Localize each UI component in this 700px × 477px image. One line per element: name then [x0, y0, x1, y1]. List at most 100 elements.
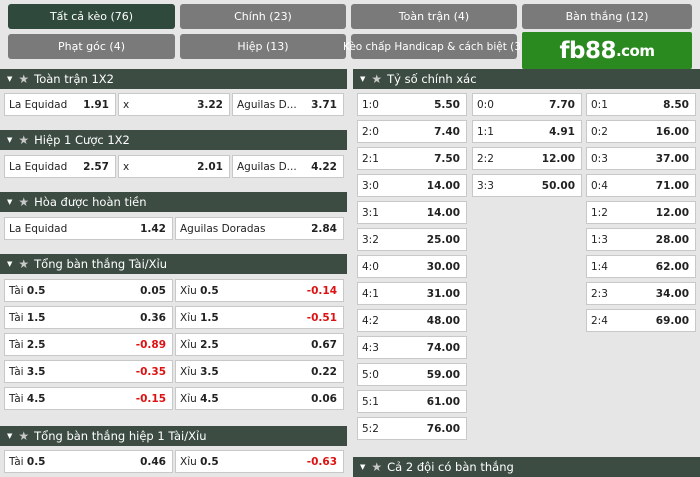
score-odd[interactable]: 0:0 7.70	[472, 93, 582, 116]
odd-value: 3.22	[197, 98, 223, 111]
odd-value: -0.14	[306, 284, 337, 297]
odd-value: -0.63	[306, 455, 337, 468]
odd-under[interactable]: Xỉu 4.5 0.06	[175, 387, 344, 410]
section-header-draw-no-bet[interactable]: ▼ ★ Hòa được hoàn tiền	[0, 192, 347, 212]
odd-value: 8.50	[663, 98, 689, 111]
section-header-half1-1x2[interactable]: ▼ ★ Hiệp 1 Cược 1X2	[0, 130, 347, 150]
odd-away[interactable]: Aguilas Doradas 2.84	[175, 217, 344, 240]
score-odd[interactable]: 3:2 25.00	[357, 228, 467, 251]
score-label: 5:0	[362, 368, 379, 381]
score-odd[interactable]: 4:1 31.00	[357, 282, 467, 305]
score-label: 0:2	[591, 125, 608, 138]
score-odd[interactable]: 4:0 30.00	[357, 255, 467, 278]
odd-home[interactable]: La Equidad 2.57	[4, 155, 116, 178]
score-odd[interactable]: 5:1 61.00	[357, 390, 467, 413]
odd-label: Tài 1.5	[9, 312, 46, 324]
star-icon[interactable]: ★	[18, 257, 29, 271]
tab-corners[interactable]: Phạt góc (4)	[8, 34, 175, 59]
ou-line: 4.5	[26, 392, 46, 405]
score-label: 2:0	[362, 125, 379, 138]
odd-label: Xỉu 4.5	[180, 393, 219, 405]
odd-away[interactable]: Aguilas D... 3.71	[232, 93, 344, 116]
score-label: 4:3	[362, 341, 379, 354]
odd-value: 14.00	[426, 206, 460, 219]
odd-under[interactable]: Xỉu 0.5 -0.63	[175, 450, 344, 473]
score-odd[interactable]: 0:2 16.00	[586, 120, 696, 143]
score-odd[interactable]: 5:2 76.00	[357, 417, 467, 440]
star-icon[interactable]: ★	[18, 195, 29, 209]
section-header-full-1x2[interactable]: ▼ ★ Toàn trận 1X2	[0, 69, 347, 89]
ou-side: Tài	[9, 284, 24, 297]
odd-under[interactable]: Xỉu 3.5 0.22	[175, 360, 344, 383]
tab-goals[interactable]: Bàn thắng (12)	[522, 4, 692, 29]
odd-value: 4.91	[549, 125, 575, 138]
score-odd[interactable]: 1:3 28.00	[586, 228, 696, 251]
score-odd[interactable]: 4:3 74.00	[357, 336, 467, 359]
odd-home[interactable]: La Equidad 1.42	[4, 217, 173, 240]
odd-over[interactable]: Tài 4.5 -0.15	[4, 387, 173, 410]
score-odd[interactable]: 2:0 7.40	[357, 120, 467, 143]
score-odd[interactable]: 2:3 34.00	[586, 282, 696, 305]
tab-half[interactable]: Hiệp (13)	[180, 34, 346, 59]
score-odd[interactable]: 1:2 12.00	[586, 201, 696, 224]
star-icon[interactable]: ★	[371, 72, 382, 86]
score-odd[interactable]: 3:0 14.00	[357, 174, 467, 197]
ou-side: Xỉu	[180, 284, 197, 297]
ou-line: 0.5	[200, 455, 219, 468]
odd-value: 71.00	[655, 179, 689, 192]
odd-draw[interactable]: x 2.01	[118, 155, 230, 178]
score-odd[interactable]: 2:2 12.00	[472, 147, 582, 170]
tab-handicap[interactable]: Kèo chấp Handicap & cách biệt (3)	[343, 34, 525, 59]
star-icon[interactable]: ★	[371, 460, 382, 474]
odd-under[interactable]: Xỉu 2.5 0.67	[175, 333, 344, 356]
score-odd[interactable]: 0:1 8.50	[586, 93, 696, 116]
ou-side: Tài	[9, 392, 24, 405]
odd-over[interactable]: Tài 0.5 0.46	[4, 450, 173, 473]
tab-main[interactable]: Chính (23)	[180, 4, 346, 29]
score-odd[interactable]: 5:0 59.00	[357, 363, 467, 386]
section-header-half1-over-under[interactable]: ▼ ★ Tổng bàn thắng hiệp 1 Tài/Xỉu	[0, 426, 347, 446]
section-title: Cả 2 đội có bàn thắng	[387, 460, 514, 474]
odd-over[interactable]: Tài 0.5 0.05	[4, 279, 173, 302]
score-odd[interactable]: 2:4 69.00	[586, 309, 696, 332]
score-odd[interactable]: 4:2 48.00	[357, 309, 467, 332]
tab-all[interactable]: Tất cả kèo (76)	[8, 4, 175, 29]
score-odd[interactable]: 3:1 14.00	[357, 201, 467, 224]
odd-over[interactable]: Tài 2.5 -0.89	[4, 333, 173, 356]
odd-value: -0.15	[135, 392, 166, 405]
odd-label: Aguilas D...	[237, 98, 297, 111]
odd-value: 16.00	[655, 125, 689, 138]
score-odd[interactable]: 1:4 62.00	[586, 255, 696, 278]
score-odd[interactable]: 1:0 5.50	[357, 93, 467, 116]
caret-down-icon: ▼	[7, 198, 13, 206]
odd-over[interactable]: Tài 3.5 -0.35	[4, 360, 173, 383]
odd-value: 0.36	[140, 311, 166, 324]
score-odd[interactable]: 1:1 4.91	[472, 120, 582, 143]
score-odd[interactable]: 0:3 37.00	[586, 147, 696, 170]
odd-under[interactable]: Xỉu 0.5 -0.14	[175, 279, 344, 302]
odd-away[interactable]: Aguilas D... 4.22	[232, 155, 344, 178]
odd-over[interactable]: Tài 1.5 0.36	[4, 306, 173, 329]
star-icon[interactable]: ★	[18, 429, 29, 443]
brand-logo[interactable]: fb88 .com	[522, 32, 692, 69]
ou-side: Tài	[9, 311, 24, 324]
star-icon[interactable]: ★	[18, 72, 29, 86]
odd-under[interactable]: Xỉu 1.5 -0.51	[175, 306, 344, 329]
odd-label: Xỉu 1.5	[180, 312, 219, 324]
odd-label: La Equidad	[9, 98, 68, 111]
section-header-correct-score[interactable]: ▼ ★ Tỷ số chính xác	[353, 69, 700, 89]
score-odd[interactable]: 3:3 50.00	[472, 174, 582, 197]
odd-home[interactable]: La Equidad 1.91	[4, 93, 116, 116]
score-label: 2:3	[591, 287, 608, 300]
odd-value: 3.71	[311, 98, 337, 111]
section-title: Tổng bàn thắng Tài/Xỉu	[34, 257, 168, 271]
score-odd[interactable]: 2:1 7.50	[357, 147, 467, 170]
odd-label: x	[123, 160, 130, 173]
tab-full-match[interactable]: Toàn trận (4)	[351, 4, 517, 29]
section-header-over-under[interactable]: ▼ ★ Tổng bàn thắng Tài/Xỉu	[0, 254, 347, 274]
score-odd[interactable]: 0:4 71.00	[586, 174, 696, 197]
odd-value: 0.22	[311, 365, 337, 378]
section-header-both-score[interactable]: ▼ ★ Cả 2 đội có bàn thắng	[353, 457, 700, 477]
odd-draw[interactable]: x 3.22	[118, 93, 230, 116]
star-icon[interactable]: ★	[18, 133, 29, 147]
